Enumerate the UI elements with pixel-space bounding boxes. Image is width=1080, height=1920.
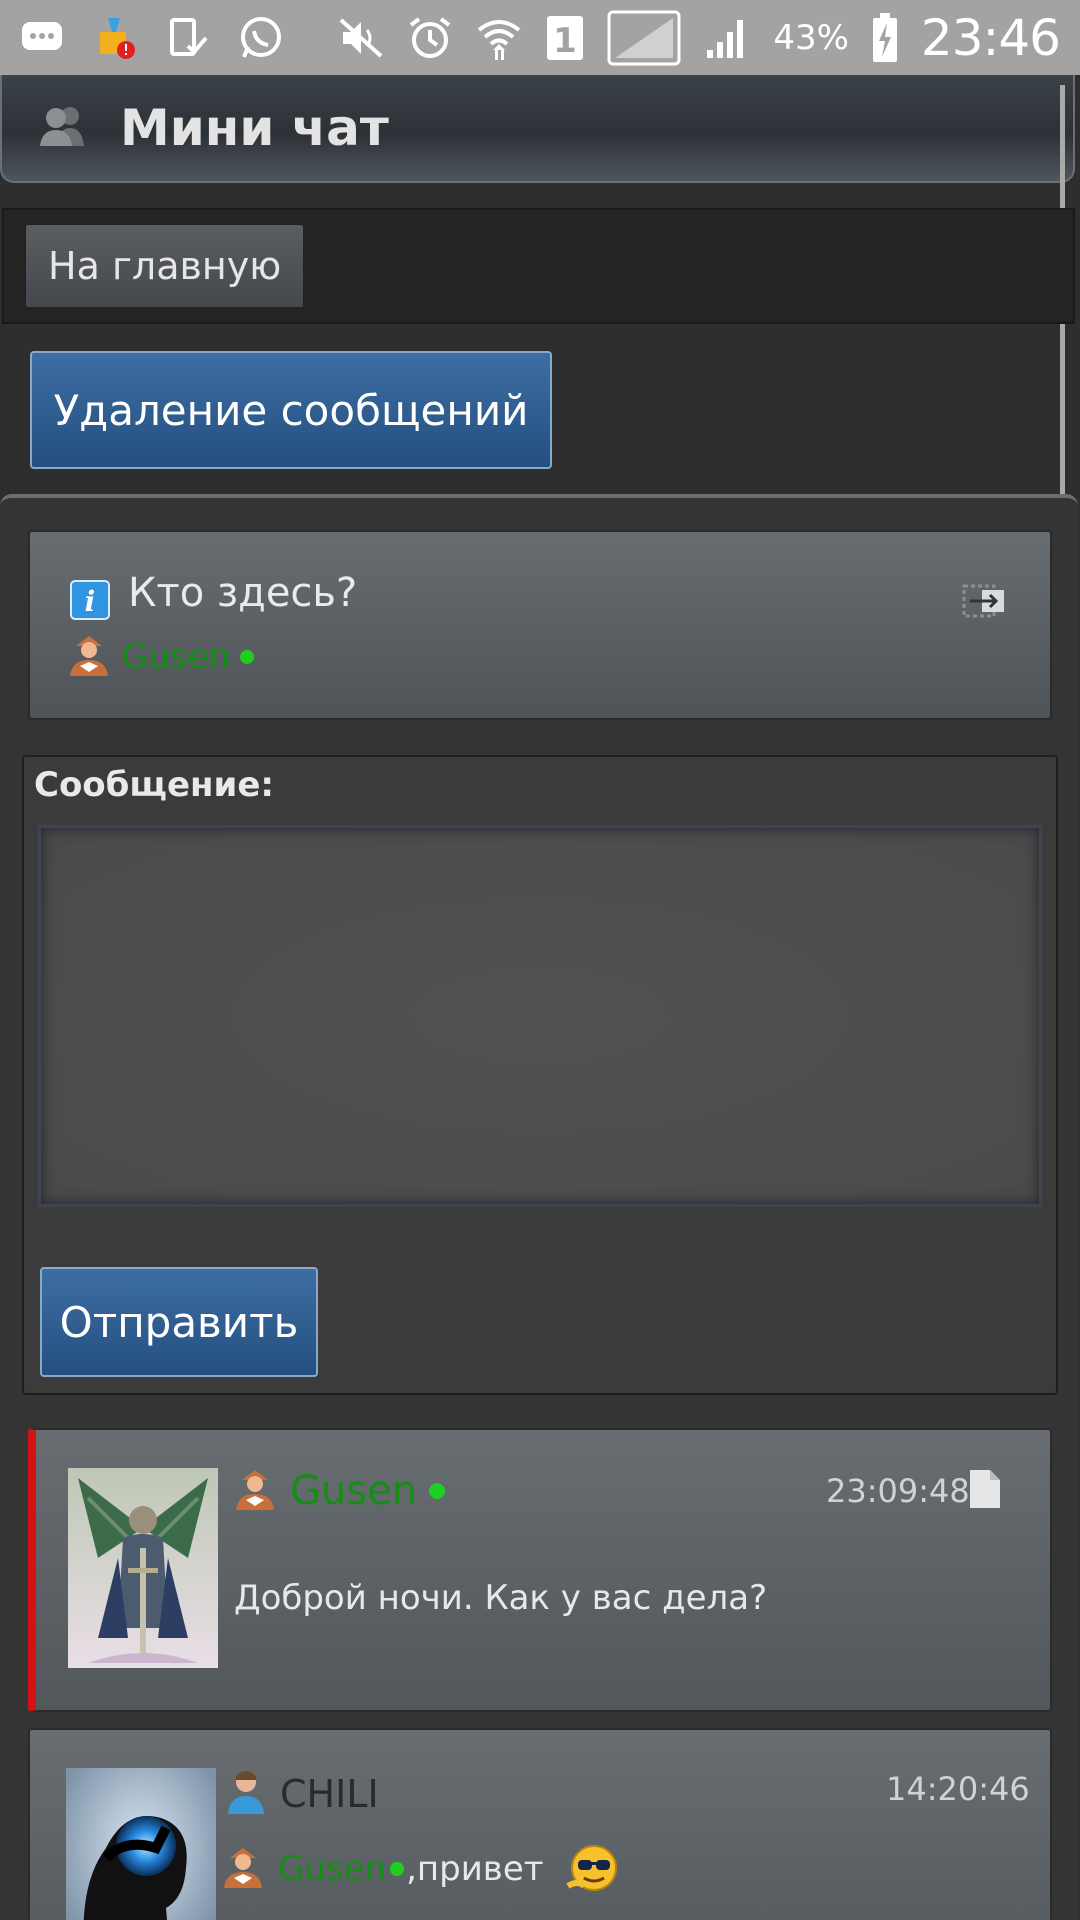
online-status-dot bbox=[429, 1483, 446, 1499]
avatar[interactable] bbox=[68, 1468, 218, 1668]
nav-bar: На главную bbox=[2, 208, 1075, 324]
cool-smiley-icon bbox=[564, 1840, 624, 1898]
online-status-dot bbox=[390, 1862, 405, 1876]
online-user-name[interactable]: Gusen bbox=[122, 637, 230, 677]
user-rank-icon bbox=[66, 632, 112, 682]
battery-icon bbox=[871, 12, 899, 63]
exit-icon[interactable] bbox=[960, 580, 1008, 624]
chat-message: Gusen 23:09:48 Доброй ночи. Как у вас де… bbox=[28, 1428, 1052, 1712]
online-status-dot bbox=[240, 650, 255, 664]
user-icon bbox=[224, 1768, 268, 1820]
wifi-icon bbox=[475, 14, 523, 62]
message-text: ,привет bbox=[406, 1849, 544, 1889]
screen: 1 43% 23:46 Мини чат На главную Удаление… bbox=[0, 0, 1080, 1920]
message-time: 23:09:48 bbox=[826, 1472, 970, 1510]
device-icon bbox=[168, 16, 208, 60]
message-icon bbox=[20, 18, 64, 58]
whatsapp-icon bbox=[238, 15, 284, 61]
message-label: Сообщение: bbox=[34, 765, 275, 805]
chat-message: CHILI 14:20:46 Gusen ,привет bbox=[28, 1728, 1052, 1920]
status-bar: 1 43% 23:46 bbox=[0, 0, 1080, 75]
message-text: Доброй ночи. Как у вас дела? bbox=[234, 1578, 768, 1618]
mute-icon bbox=[337, 16, 385, 60]
signal-box-icon bbox=[607, 10, 681, 66]
message-time: 14:20:46 bbox=[886, 1770, 1030, 1808]
who-is-here-title: Кто здесь? bbox=[128, 570, 358, 616]
battery-percent: 43% bbox=[773, 17, 849, 58]
users-icon bbox=[38, 104, 90, 152]
home-button[interactable]: На главную bbox=[24, 223, 306, 309]
message-form: Сообщение: Отправить bbox=[22, 755, 1058, 1395]
document-icon[interactable] bbox=[968, 1468, 1002, 1514]
who-is-here-box: i Кто здесь? Gusen bbox=[28, 530, 1052, 720]
online-user[interactable]: Gusen bbox=[66, 632, 255, 682]
message-body: Gusen ,привет bbox=[220, 1840, 624, 1898]
page-title: Мини чат bbox=[120, 99, 389, 157]
message-author-name[interactable]: Gusen bbox=[290, 1468, 417, 1514]
info-icon: i bbox=[70, 580, 110, 624]
page-header: Мини чат bbox=[0, 75, 1075, 183]
alarm-icon bbox=[407, 15, 453, 61]
avatar[interactable] bbox=[66, 1768, 216, 1920]
clock: 23:46 bbox=[920, 8, 1061, 67]
delete-messages-button[interactable]: Удаление сообщений bbox=[30, 351, 552, 469]
cleaner-icon bbox=[94, 14, 138, 62]
sim-icon: 1 bbox=[545, 14, 585, 62]
svg-text:i: i bbox=[85, 585, 96, 618]
mention-name[interactable]: Gusen bbox=[278, 1849, 386, 1889]
user-rank-icon bbox=[232, 1466, 278, 1516]
send-button[interactable]: Отправить bbox=[40, 1267, 318, 1377]
message-author-name[interactable]: CHILI bbox=[280, 1772, 379, 1816]
sim-slot-label: 1 bbox=[553, 21, 577, 61]
message-author[interactable]: Gusen bbox=[232, 1466, 446, 1516]
signal-icon bbox=[703, 16, 751, 60]
message-author[interactable]: CHILI bbox=[224, 1768, 379, 1820]
user-rank-icon bbox=[220, 1844, 266, 1894]
message-input[interactable] bbox=[38, 825, 1042, 1207]
